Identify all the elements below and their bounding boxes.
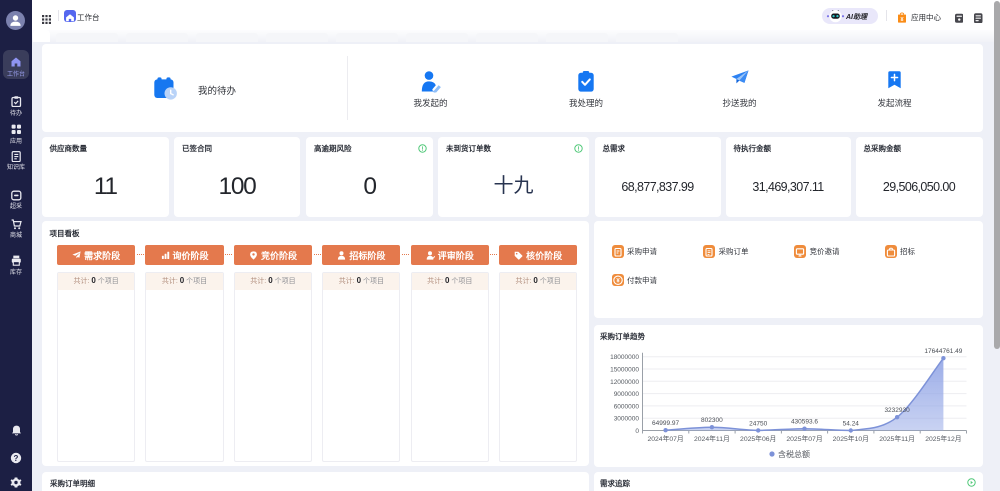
svg-text:0: 0: [635, 428, 639, 435]
svg-text:2025年12月: 2025年12月: [925, 434, 961, 443]
svg-text:2024年07月: 2024年07月: [647, 434, 683, 443]
svg-text:12000000: 12000000: [610, 378, 639, 385]
svg-text:802300: 802300: [701, 417, 723, 424]
svg-text:2025年06月: 2025年06月: [740, 434, 776, 443]
svg-text:18000000: 18000000: [610, 354, 639, 361]
svg-text:3000000: 3000000: [613, 415, 639, 422]
svg-text:2025年11月: 2025年11月: [879, 434, 915, 443]
svg-text:?: ?: [14, 454, 19, 463]
svg-text:2024年11月: 2024年11月: [694, 434, 730, 443]
svg-text:17644761.49: 17644761.49: [924, 348, 962, 355]
svg-text:6000000: 6000000: [613, 403, 639, 410]
svg-text:2025年07月: 2025年07月: [786, 434, 822, 443]
svg-text:9000000: 9000000: [613, 391, 639, 398]
svg-text:64999.97: 64999.97: [652, 420, 679, 427]
svg-text:2025年10月: 2025年10月: [832, 434, 868, 443]
svg-text:24750: 24750: [749, 420, 767, 427]
svg-text:含税总额: 含税总额: [778, 448, 810, 458]
svg-text:54.24: 54.24: [842, 420, 859, 427]
svg-text:15000000: 15000000: [610, 366, 639, 373]
svg-text:3232930: 3232930: [884, 407, 910, 414]
svg-text:430593.6: 430593.6: [790, 418, 817, 425]
svg-text:¥: ¥: [900, 17, 903, 23]
